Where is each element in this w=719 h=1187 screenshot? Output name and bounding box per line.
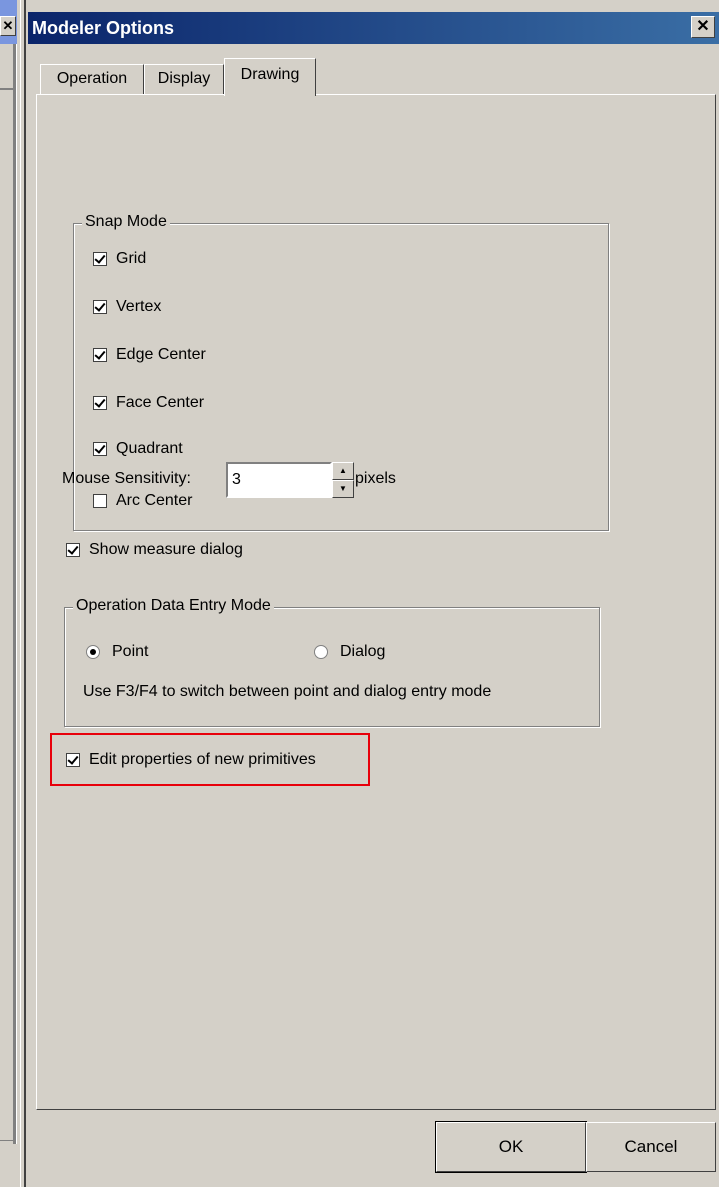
sensitivity-spinner: ▲ ▼ xyxy=(332,462,354,498)
close-button[interactable]: ✕ xyxy=(691,16,715,38)
ok-button[interactable]: OK xyxy=(435,1121,587,1173)
arrow-up-icon: ▲ xyxy=(339,466,347,475)
dialog-title: Modeler Options xyxy=(32,18,175,38)
checkbox-box[interactable] xyxy=(66,753,80,767)
background-close-button[interactable]: ✕ xyxy=(0,16,16,36)
checkbox-label: Vertex xyxy=(116,298,162,315)
entry-mode-label: Operation Data Entry Mode xyxy=(73,597,274,615)
edit-properties-checkbox[interactable]: Edit properties of new primitives xyxy=(66,751,316,769)
snap-edge-center-checkbox[interactable]: Edge Center xyxy=(93,346,206,364)
tab-operation[interactable]: Operation xyxy=(40,64,144,94)
modeler-options-dialog: Modeler Options ✕ Operation Display Draw… xyxy=(28,0,719,1187)
spin-down-button[interactable]: ▼ xyxy=(332,480,354,498)
snap-grid-checkbox[interactable]: Grid xyxy=(93,250,146,268)
background-button-stub xyxy=(0,1140,13,1171)
checkbox-box[interactable] xyxy=(93,494,107,508)
background-divider xyxy=(0,88,13,90)
checkbox-box[interactable] xyxy=(93,396,107,410)
snap-mode-label: Snap Mode xyxy=(82,213,170,231)
checkbox-box[interactable] xyxy=(93,252,107,266)
checkbox-box[interactable] xyxy=(66,543,80,557)
checkbox-label: Quadrant xyxy=(116,440,183,457)
close-icon: ✕ xyxy=(2,18,14,33)
entry-mode-point-radio[interactable]: Point xyxy=(86,643,148,661)
radio-label: Point xyxy=(112,643,149,660)
window-splitter[interactable] xyxy=(20,0,26,1187)
entry-mode-group: Operation Data Entry Mode xyxy=(64,597,600,727)
snap-face-center-checkbox[interactable]: Face Center xyxy=(93,394,204,412)
spin-up-button[interactable]: ▲ xyxy=(332,462,354,480)
cancel-button[interactable]: Cancel xyxy=(586,1122,716,1172)
checkbox-label: Grid xyxy=(116,250,147,267)
title-bar[interactable]: Modeler Options ✕ xyxy=(28,12,719,44)
close-icon: ✕ xyxy=(696,18,710,35)
show-measure-dialog-checkbox[interactable]: Show measure dialog xyxy=(66,541,243,559)
snap-arc-center-checkbox[interactable]: Arc Center xyxy=(93,492,192,510)
snap-vertex-checkbox[interactable]: Vertex xyxy=(93,298,161,316)
snap-quadrant-checkbox[interactable]: Quadrant xyxy=(93,440,183,458)
checkbox-label: Arc Center xyxy=(116,492,193,509)
checkbox-box[interactable] xyxy=(93,442,107,456)
radio-label: Dialog xyxy=(340,643,386,660)
background-window-edge xyxy=(13,44,17,1144)
mouse-sensitivity-input[interactable] xyxy=(226,462,332,498)
entry-mode-dialog-radio[interactable]: Dialog xyxy=(314,643,385,661)
arrow-down-icon: ▼ xyxy=(339,484,347,493)
checkbox-label: Face Center xyxy=(116,394,205,411)
mouse-sensitivity-label: Mouse Sensitivity: xyxy=(62,470,191,487)
radio-dot[interactable] xyxy=(86,645,100,659)
checkbox-label: Edge Center xyxy=(116,346,206,363)
checkbox-box[interactable] xyxy=(93,300,107,314)
radio-dot[interactable] xyxy=(314,645,328,659)
checkbox-box[interactable] xyxy=(93,348,107,362)
checkbox-label: Show measure dialog xyxy=(89,541,243,558)
entry-mode-hint: Use F3/F4 to switch between point and di… xyxy=(83,683,492,700)
sensitivity-unit: pixels xyxy=(355,470,396,487)
tab-display[interactable]: Display xyxy=(144,64,224,94)
tab-drawing[interactable]: Drawing xyxy=(224,58,316,96)
checkbox-label: Edit properties of new primitives xyxy=(89,751,316,768)
